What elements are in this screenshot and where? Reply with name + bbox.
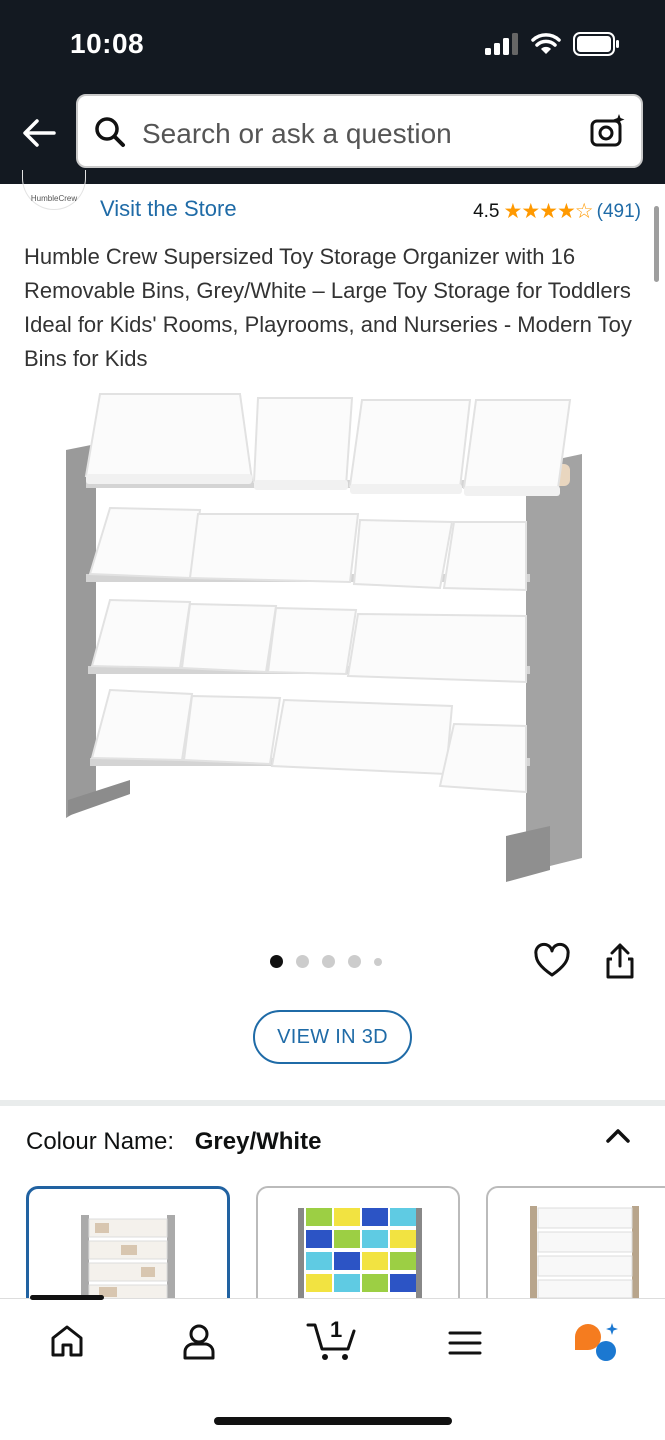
chevron-up-icon[interactable] (604, 1124, 632, 1148)
header: Search or ask a question (0, 90, 665, 184)
status-time: 10:08 (70, 28, 145, 59)
search-icon (95, 117, 125, 147)
status-bar: 10:08 (0, 0, 665, 90)
colour-selector-header[interactable]: Colour Name: Grey/White (26, 1128, 321, 1156)
battery-icon (573, 32, 619, 56)
image-pager[interactable] (270, 955, 382, 968)
camera-search-icon[interactable] (589, 112, 627, 150)
search-placeholder: Search or ask a question (142, 118, 452, 149)
pager-dot[interactable] (374, 957, 382, 966)
colour-swatch-multicolor[interactable] (256, 1186, 460, 1316)
back-arrow-icon[interactable] (20, 114, 58, 152)
star-rating-icon: ★★★★☆ (503, 200, 594, 223)
colour-value: Grey/White (194, 1128, 322, 1155)
section-divider (0, 1100, 665, 1106)
pager-dot[interactable] (296, 955, 309, 968)
heart-icon[interactable] (533, 942, 571, 980)
brand-logo[interactable]: HumbleCrew (22, 170, 86, 210)
product-title: Humble Crew Supersized Toy Storage Organ… (24, 244, 632, 371)
pager-dot[interactable] (322, 955, 335, 968)
home-icon[interactable] (50, 1323, 84, 1359)
swatch-image (298, 1208, 422, 1304)
pager-dot[interactable] (348, 955, 361, 968)
menu-icon[interactable] (448, 1329, 482, 1357)
brand-logo-text: HumbleCrew (30, 194, 78, 203)
cart-count: 1 (330, 1317, 343, 1342)
cart-button[interactable]: 1 (306, 1317, 358, 1363)
swatch-image (530, 1206, 639, 1304)
home-indicator (214, 1417, 452, 1425)
status-icons (485, 32, 621, 56)
view-in-3d-button[interactable]: VIEW IN 3D (253, 1010, 412, 1064)
search-input[interactable]: Search or ask a question (76, 94, 643, 168)
rating-summary[interactable]: 4.5 ★★★★☆ (491) (473, 199, 641, 224)
colour-label: Colour Name: (26, 1128, 175, 1155)
rating-value: 4.5 (473, 200, 500, 222)
bottom-nav: 1 (0, 1295, 665, 1440)
pager-dot[interactable] (270, 955, 283, 968)
rufus-icon[interactable] (572, 1321, 620, 1363)
scrollbar[interactable] (654, 206, 659, 282)
signal-icon (485, 33, 518, 55)
wifi-icon (531, 33, 561, 54)
colour-swatch-natural-white[interactable] (486, 1186, 665, 1316)
share-icon[interactable] (604, 942, 636, 980)
rating-count[interactable]: (491) (597, 201, 641, 223)
product-image[interactable] (40, 390, 620, 890)
nav-active-indicator (30, 1295, 104, 1300)
account-icon[interactable] (182, 1323, 216, 1361)
brand-row: HumbleCrew Visit the Store 4.5 ★★★★☆ (49… (0, 170, 665, 234)
visit-store-link[interactable]: Visit the Store (100, 196, 237, 222)
